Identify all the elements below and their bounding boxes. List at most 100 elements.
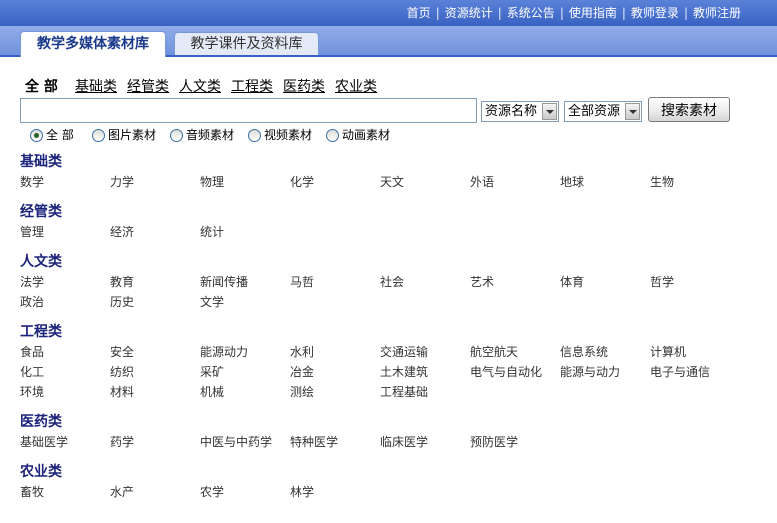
subject-link[interactable]: 特种医学	[290, 432, 380, 452]
subject-link[interactable]: 数学	[20, 172, 110, 192]
subject-link[interactable]: 电气与自动化	[470, 362, 560, 382]
subject-link[interactable]: 物理	[200, 172, 290, 192]
category-filter: 全 部基础类 经管类 人文类 工程类 医药类 农业类	[25, 77, 387, 97]
nav-link-teacher-register[interactable]: 教师注册	[693, 6, 741, 20]
subject-link[interactable]: 纺织	[110, 362, 200, 382]
subject-link[interactable]: 化学	[290, 172, 380, 192]
subject-link[interactable]: 林学	[290, 482, 380, 502]
subject-link[interactable]: 地球	[560, 172, 650, 192]
nav-link-resource-stats[interactable]: 资源统计	[445, 6, 493, 20]
media-type-option[interactable]: 全 部	[30, 127, 92, 143]
subject-link[interactable]: 社会	[380, 272, 470, 292]
subject-link[interactable]: 药学	[110, 432, 200, 452]
subject-link[interactable]: 教育	[110, 272, 200, 292]
chevron-down-icon[interactable]	[625, 103, 640, 120]
subject-link[interactable]: 环境	[20, 382, 110, 402]
section-title: 医药类	[20, 414, 62, 430]
subject-link[interactable]: 外语	[470, 172, 560, 192]
subject-list: 食品 安全 能源动力 水利 交通运输 航空航天 信息系统 计算机化工 纺织 采矿 冶金 土木建筑 电气与…	[20, 342, 760, 402]
subject-link[interactable]: 畜牧	[20, 482, 110, 502]
subject-link[interactable]: 新闻传播	[200, 272, 290, 292]
radio-button[interactable]	[92, 128, 105, 142]
media-type-option[interactable]: 动画素材	[326, 127, 404, 143]
media-type-option[interactable]: 图片素材	[92, 127, 170, 143]
filter-link-engineering[interactable]: 工程类	[231, 79, 273, 95]
subject-link[interactable]: 材料	[110, 382, 200, 402]
subject-link[interactable]: 政治	[20, 292, 110, 312]
subject-link[interactable]: 预防医学	[470, 432, 560, 452]
nav-link-announcements[interactable]: 系统公告	[507, 6, 555, 20]
subject-link[interactable]: 食品	[20, 342, 110, 362]
subject-list: 畜牧 水产 农学 林学	[20, 482, 760, 502]
nav-separator: |	[435, 6, 440, 20]
subject-link[interactable]: 航空航天	[470, 342, 560, 362]
filter-link-basic[interactable]: 基础类	[75, 79, 117, 95]
tab-label: 教学多媒体素材库	[37, 36, 149, 52]
subject-link[interactable]: 土木建筑	[380, 362, 470, 382]
subject-link[interactable]: 安全	[110, 342, 200, 362]
subject-link[interactable]: 法学	[20, 272, 110, 292]
tab-courseware-library[interactable]: 教学课件及资料库	[174, 32, 319, 55]
search-input[interactable]	[20, 98, 477, 123]
subject-link[interactable]: 体育	[560, 272, 650, 292]
subject-link[interactable]: 采矿	[200, 362, 290, 382]
subject-link[interactable]: 水利	[290, 342, 380, 362]
media-type-option[interactable]: 视频素材	[248, 127, 326, 143]
chevron-down-icon[interactable]	[542, 103, 557, 120]
nav-link-user-guide[interactable]: 使用指南	[569, 6, 617, 20]
subject-link[interactable]: 历史	[110, 292, 200, 312]
subject-link[interactable]: 基础医学	[20, 432, 110, 452]
subject-link[interactable]: 马哲	[290, 272, 380, 292]
subject-link[interactable]: 冶金	[290, 362, 380, 382]
nav-separator: |	[621, 6, 626, 20]
subject-link[interactable]: 交通运输	[380, 342, 470, 362]
category-section: 经管类管理 经济 统计	[20, 202, 760, 242]
media-type-label: 音频素材	[186, 128, 235, 142]
nav-link-teacher-login[interactable]: 教师登录	[631, 6, 679, 20]
subject-link[interactable]: 统计	[200, 222, 290, 242]
subject-link[interactable]: 临床医学	[380, 432, 470, 452]
subject-link[interactable]: 中医与中药学	[200, 432, 290, 452]
radio-button[interactable]	[326, 128, 339, 142]
subject-link[interactable]: 文学	[200, 292, 290, 312]
subject-link[interactable]: 经济	[110, 222, 200, 242]
subject-link[interactable]: 艺术	[470, 272, 560, 292]
radio-button[interactable]	[170, 128, 183, 142]
subject-link[interactable]: 信息系统	[560, 342, 650, 362]
radio-button[interactable]	[30, 128, 43, 142]
media-type-options: 全 部 图片素材 音频素材 视频素材 动画素材	[30, 127, 404, 143]
search-field-select-value: 资源名称	[485, 104, 538, 119]
resource-scope-select[interactable]: 全部资源	[564, 101, 642, 122]
search-field-select[interactable]: 资源名称	[481, 101, 559, 122]
filter-link-economics-management[interactable]: 经管类	[127, 79, 169, 95]
media-type-option[interactable]: 音频素材	[170, 127, 248, 143]
subject-link[interactable]: 计算机	[650, 342, 740, 362]
filter-link-medicine[interactable]: 医药类	[283, 79, 325, 95]
category-section: 人文类 法学 教育 新闻传播 马哲 社会 艺术 体育 哲学 政治 历史 文学	[20, 252, 760, 312]
filter-all[interactable]: 全 部	[25, 77, 75, 97]
subject-link[interactable]: 工程基础	[380, 382, 470, 402]
search-button[interactable]: 搜索素材	[648, 97, 730, 122]
filter-link-humanities[interactable]: 人文类	[179, 79, 221, 95]
tab-multimedia-library[interactable]: 教学多媒体素材库	[20, 31, 166, 57]
subject-link[interactable]: 农学	[200, 482, 290, 502]
subject-link[interactable]: 电子与通信	[650, 362, 740, 382]
subject-link[interactable]: 机械	[200, 382, 290, 402]
subject-link[interactable]: 生物	[650, 172, 740, 192]
subject-link[interactable]: 天文	[380, 172, 470, 192]
subject-link[interactable]: 哲学	[650, 272, 740, 292]
section-title: 经管类	[20, 204, 62, 220]
media-type-label: 全 部	[46, 128, 74, 142]
subject-link[interactable]: 管理	[20, 222, 110, 242]
subject-link[interactable]: 能源与动力	[560, 362, 650, 382]
nav-link-home[interactable]: 首页	[407, 6, 431, 20]
section-title: 基础类	[20, 154, 62, 170]
subject-link[interactable]: 力学	[110, 172, 200, 192]
subject-link[interactable]: 化工	[20, 362, 110, 382]
subject-link[interactable]: 能源动力	[200, 342, 290, 362]
filter-link-agriculture[interactable]: 农业类	[335, 79, 377, 95]
radio-button[interactable]	[248, 128, 261, 142]
subject-link[interactable]: 测绘	[290, 382, 380, 402]
nav-separator: |	[559, 6, 564, 20]
subject-link[interactable]: 水产	[110, 482, 200, 502]
